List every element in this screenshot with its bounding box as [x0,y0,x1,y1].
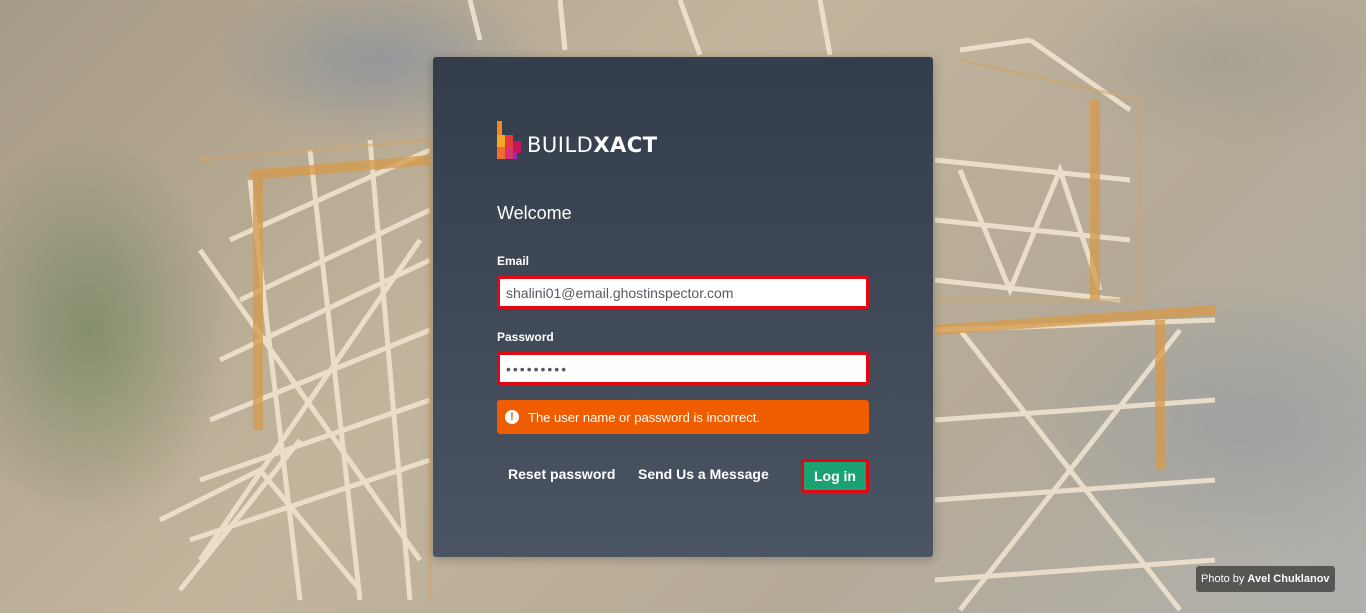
brand-name: BUILDXACT [527,133,658,157]
exclamation-icon: ! [505,410,519,424]
password-label: Password [497,330,554,344]
login-card: BUILDXACT Welcome Email Password ! The u… [433,57,933,557]
photo-credit-author: Avel Chuklanov [1247,573,1330,585]
password-field[interactable] [497,352,869,385]
photo-credit[interactable]: Photo by Avel Chuklanov [1196,566,1335,592]
login-button[interactable]: Log in [801,459,869,493]
send-message-link[interactable]: Send Us a Message [638,466,769,482]
email-field[interactable] [497,276,869,309]
email-label: Email [497,254,530,268]
buildxact-logo: BUILDXACT [497,121,658,161]
brand-name-light: BUILD [527,133,594,157]
error-alert: ! The user name or password is incorrect… [497,400,869,434]
brand-name-bold: XACT [593,133,658,157]
error-message: The user name or password is incorrect. [528,409,760,425]
buildxact-logo-icon [497,121,521,159]
welcome-heading: Welcome [497,203,572,223]
photo-credit-prefix: Photo by [1201,573,1245,585]
reset-password-link[interactable]: Reset password [508,466,615,482]
